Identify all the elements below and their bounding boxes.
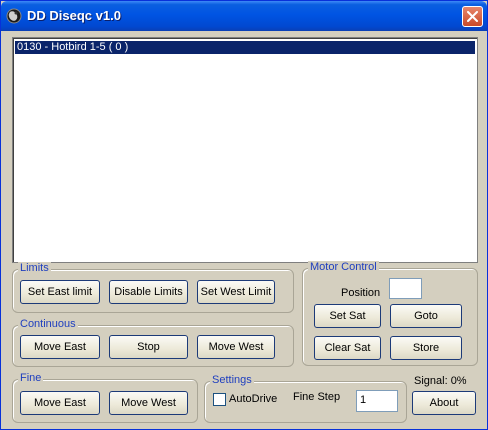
client-area: 0130 - Hotbird 1-5 ( 0 ) Limits Set East… [4, 31, 484, 427]
fine-move-east-button[interactable]: Move East [20, 391, 100, 415]
fine-group: Fine Move East Move West [12, 372, 198, 423]
continuous-group-title: Continuous [18, 318, 78, 331]
fine-step-label: Fine Step [293, 391, 341, 403]
store-button[interactable]: Store [390, 336, 462, 360]
fine-step-input[interactable]: 1 [356, 390, 398, 412]
motor-control-group: Motor Control Position Set Sat Goto Clea… [302, 261, 478, 366]
settings-group-title: Settings [210, 374, 254, 387]
fine-move-west-button[interactable]: Move West [109, 391, 188, 415]
set-east-limit-button[interactable]: Set East limit [20, 280, 100, 304]
channel-listbox[interactable]: 0130 - Hotbird 1-5 ( 0 ) [12, 37, 478, 263]
continuous-group: Continuous Move East Stop Move West [12, 318, 294, 367]
stop-button[interactable]: Stop [109, 335, 188, 359]
autodrive-checkbox[interactable] [213, 393, 226, 406]
set-sat-button[interactable]: Set Sat [314, 304, 381, 328]
title-bar[interactable]: DD Diseqc v1.0 [1, 1, 487, 31]
app-window: DD Diseqc v1.0 0130 - Hotbird 1-5 ( 0 ) … [0, 0, 488, 430]
satellite-dish-icon [6, 8, 22, 24]
fine-group-title: Fine [18, 372, 44, 385]
limits-group-title: Limits [18, 262, 51, 275]
position-label: Position [341, 287, 381, 299]
about-button[interactable]: About [412, 391, 476, 415]
goto-button[interactable]: Goto [390, 304, 462, 328]
signal-status: Signal: 0% [414, 375, 467, 387]
list-item[interactable]: 0130 - Hotbird 1-5 ( 0 ) [15, 41, 475, 54]
autodrive-label: AutoDrive [229, 393, 278, 405]
clear-sat-button[interactable]: Clear Sat [314, 336, 381, 360]
settings-group: Settings AutoDrive Fine Step 1 [204, 374, 407, 423]
limits-group: Limits Set East limit Disable Limits Set… [12, 262, 294, 313]
window-title: DD Diseqc v1.0 [27, 8, 121, 23]
set-west-limit-button[interactable]: Set West Limit [197, 280, 275, 304]
disable-limits-button[interactable]: Disable Limits [109, 280, 188, 304]
continuous-move-west-button[interactable]: Move West [197, 335, 275, 359]
continuous-move-east-button[interactable]: Move East [20, 335, 100, 359]
position-input[interactable] [389, 278, 422, 299]
close-icon[interactable] [462, 6, 483, 27]
motor-control-group-title: Motor Control [308, 261, 379, 274]
